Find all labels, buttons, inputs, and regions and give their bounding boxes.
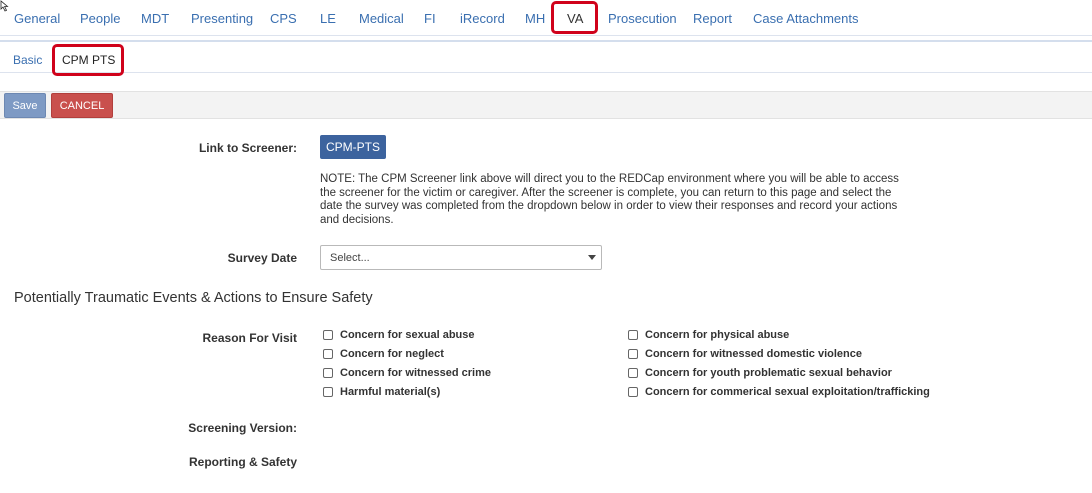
screening-version-label: Screening Version: bbox=[188, 421, 297, 435]
tab-cps[interactable]: CPS bbox=[270, 11, 297, 26]
checkbox-label: Concern for sexual abuse bbox=[340, 329, 475, 341]
checkbox-concern-commercial-exploitation[interactable]: Concern for commerical sexual exploitati… bbox=[628, 386, 930, 398]
save-button[interactable]: Save bbox=[4, 93, 46, 118]
subtab-basic[interactable]: Basic bbox=[13, 53, 42, 67]
tab-mh[interactable]: MH bbox=[525, 11, 545, 26]
highlight-annotation-cpm-pts bbox=[52, 44, 124, 76]
checkbox-concern-neglect[interactable]: Concern for neglect bbox=[323, 348, 444, 360]
checkbox-box[interactable] bbox=[323, 368, 333, 378]
link-to-screener-label: Link to Screener: bbox=[198, 141, 297, 155]
action-toolbar: Save CANCEL bbox=[0, 91, 1092, 119]
tab-irecord[interactable]: iRecord bbox=[460, 11, 505, 26]
cancel-button[interactable]: CANCEL bbox=[51, 93, 113, 118]
tab-case-attachments[interactable]: Case Attachments bbox=[753, 11, 859, 26]
section-title: Potentially Traumatic Events & Actions t… bbox=[14, 290, 373, 306]
checkbox-box[interactable] bbox=[323, 349, 333, 359]
checkbox-label: Concern for youth problematic sexual beh… bbox=[645, 367, 892, 379]
tab-medical[interactable]: Medical bbox=[359, 11, 404, 26]
tab-people[interactable]: People bbox=[80, 11, 120, 26]
checkbox-label: Concern for commerical sexual exploitati… bbox=[645, 386, 930, 398]
checkbox-concern-youth-psb[interactable]: Concern for youth problematic sexual beh… bbox=[628, 367, 892, 379]
top-tab-bar: General People MDT Presenting CPS LE Med… bbox=[0, 0, 1092, 36]
tab-presenting[interactable]: Presenting bbox=[191, 11, 253, 26]
checkbox-box[interactable] bbox=[323, 387, 333, 397]
tab-fi[interactable]: FI bbox=[424, 11, 436, 26]
checkbox-box[interactable] bbox=[628, 368, 638, 378]
checkbox-box[interactable] bbox=[323, 330, 333, 340]
tab-prosecution[interactable]: Prosecution bbox=[608, 11, 677, 26]
highlight-annotation-va bbox=[551, 1, 598, 34]
checkbox-concern-sexual-abuse[interactable]: Concern for sexual abuse bbox=[323, 329, 475, 341]
survey-date-select[interactable]: Select... bbox=[320, 245, 602, 270]
sub-tab-bar: Basic CPM PTS bbox=[0, 40, 1092, 73]
checkbox-box[interactable] bbox=[628, 349, 638, 359]
caret-down-icon bbox=[588, 255, 596, 260]
checkbox-box[interactable] bbox=[628, 387, 638, 397]
checkbox-label: Concern for physical abuse bbox=[645, 329, 790, 341]
checkbox-label: Concern for witnessed domestic violence bbox=[645, 348, 863, 360]
checkbox-box[interactable] bbox=[628, 330, 638, 340]
checkbox-concern-physical-abuse[interactable]: Concern for physical abuse bbox=[628, 329, 789, 341]
survey-date-value: Select... bbox=[330, 252, 370, 264]
checkbox-label: Concern for witnessed crime bbox=[340, 367, 491, 379]
checkbox-concern-witnessed-dv[interactable]: Concern for witnessed domestic violence bbox=[628, 348, 862, 360]
cpm-pts-button[interactable]: CPM-PTS bbox=[320, 135, 386, 159]
tab-mdt[interactable]: MDT bbox=[141, 11, 169, 26]
checkbox-harmful-materials[interactable]: Harmful material(s) bbox=[323, 386, 440, 398]
tab-report[interactable]: Report bbox=[693, 11, 732, 26]
tab-general[interactable]: General bbox=[14, 11, 60, 26]
tab-le[interactable]: LE bbox=[320, 11, 336, 26]
checkbox-concern-witnessed-crime[interactable]: Concern for witnessed crime bbox=[323, 367, 491, 379]
reporting-safety-label: Reporting & Safety bbox=[188, 455, 297, 469]
checkbox-label: Concern for neglect bbox=[340, 348, 444, 360]
survey-date-label: Survey Date bbox=[227, 251, 297, 265]
checkbox-label: Harmful material(s) bbox=[340, 386, 441, 398]
screener-note: NOTE: The CPM Screener link above will d… bbox=[320, 173, 899, 226]
mouse-cursor-icon bbox=[0, 0, 9, 12]
reason-for-visit-label: Reason For Visit bbox=[202, 331, 297, 345]
